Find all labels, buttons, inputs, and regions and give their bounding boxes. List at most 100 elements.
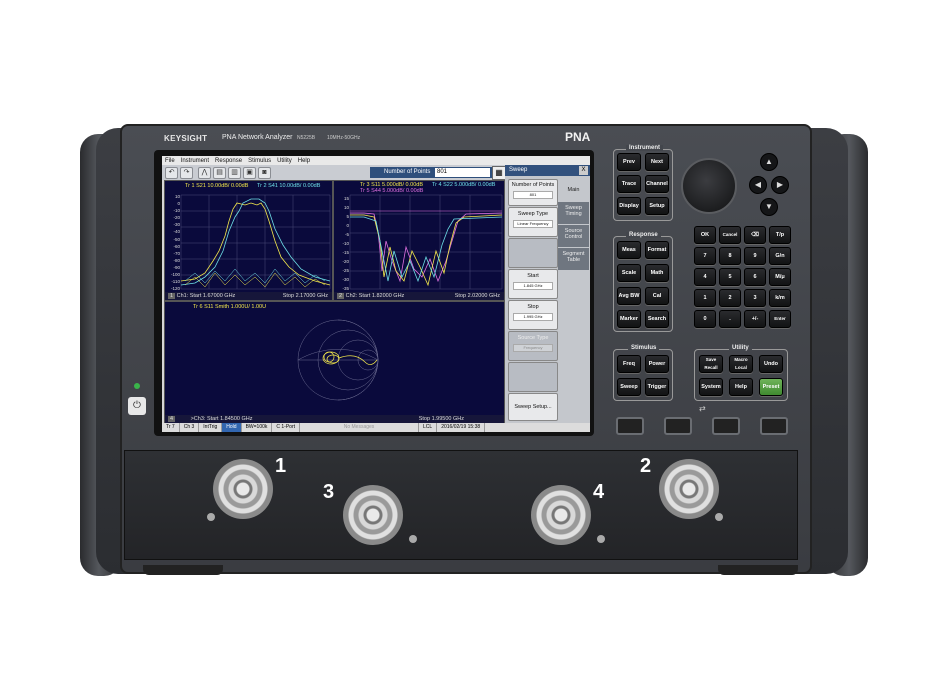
freq-key[interactable]: Freq bbox=[617, 355, 641, 373]
trace-window-2[interactable]: Tr 3 S11 5.000dB/ 0.00dB Tr 4 S22 5.000d… bbox=[333, 180, 505, 301]
cal-key[interactable]: Cal bbox=[645, 287, 669, 305]
trash-icon[interactable]: ▥ bbox=[228, 167, 241, 179]
power-button[interactable]: ⏻ bbox=[128, 397, 146, 415]
key-1[interactable]: 1 bbox=[694, 289, 716, 307]
math-key[interactable]: Math bbox=[645, 264, 669, 282]
arrow-up-icon[interactable]: ▲ bbox=[760, 153, 778, 171]
key-7[interactable]: 7 bbox=[694, 247, 716, 265]
y-tick: -10 bbox=[173, 208, 180, 214]
image-icon[interactable]: ◙ bbox=[258, 167, 271, 179]
port-4-connector[interactable] bbox=[531, 485, 591, 545]
undo-key[interactable]: Undo bbox=[759, 355, 783, 373]
undo-icon[interactable]: ↶ bbox=[165, 167, 178, 179]
status-trigger[interactable]: IntTrig bbox=[199, 423, 223, 432]
key-2[interactable]: 2 bbox=[719, 289, 741, 307]
tab-segment-table[interactable]: Segment Table bbox=[558, 248, 589, 270]
softkey-sweep-setup[interactable]: Sweep Setup... bbox=[508, 393, 558, 421]
table-icon[interactable]: ▤ bbox=[213, 167, 226, 179]
status-channel[interactable]: Ch 3 bbox=[180, 423, 200, 432]
mega-micro-key[interactable]: M/μ bbox=[769, 268, 791, 286]
status-hold[interactable]: Hold bbox=[222, 423, 242, 432]
usb-port-4[interactable] bbox=[760, 417, 788, 435]
key-3[interactable]: 3 bbox=[744, 289, 766, 307]
usb-port-3[interactable] bbox=[712, 417, 740, 435]
meas-key[interactable]: Meas bbox=[617, 241, 641, 259]
system-key[interactable]: System bbox=[699, 378, 723, 396]
number-of-points-field[interactable]: 801 bbox=[435, 168, 490, 177]
softkey-source-type[interactable]: Source Type Frequency bbox=[508, 331, 558, 361]
menu-instrument[interactable]: Instrument bbox=[181, 158, 209, 164]
tab-sweep-timing[interactable]: Sweep Timing bbox=[558, 202, 589, 224]
tab-main[interactable]: Main bbox=[558, 179, 589, 201]
key-5[interactable]: 5 bbox=[719, 268, 741, 286]
softkey-sweep-type[interactable]: Sweep Type Linear Frequency bbox=[508, 207, 558, 237]
macro-local-key[interactable]: Macro Local bbox=[729, 355, 753, 373]
next-key[interactable]: Next bbox=[645, 153, 669, 171]
group-title: Response bbox=[626, 232, 661, 238]
kilo-milli-key[interactable]: k/m bbox=[769, 289, 791, 307]
menu-help[interactable]: Help bbox=[298, 158, 310, 164]
usb-port-1[interactable] bbox=[616, 417, 644, 435]
power-key[interactable]: Power bbox=[645, 355, 669, 373]
backspace-key[interactable]: ⌫ bbox=[744, 226, 766, 244]
status-trace[interactable]: Tr 7 bbox=[162, 423, 180, 432]
preset-key[interactable]: Preset bbox=[759, 378, 783, 396]
enter-key[interactable]: Enter bbox=[769, 310, 791, 328]
port-3-connector[interactable] bbox=[343, 485, 403, 545]
menu-response[interactable]: Response bbox=[215, 158, 242, 164]
search-key[interactable]: Search bbox=[645, 310, 669, 328]
ok-key[interactable]: OK bbox=[694, 226, 716, 244]
key-9[interactable]: 9 bbox=[744, 247, 766, 265]
scale-key[interactable]: Scale bbox=[617, 264, 641, 282]
trigger-key[interactable]: Trigger bbox=[645, 378, 669, 396]
status-bandwidth[interactable]: BW=100k bbox=[242, 423, 273, 432]
softkey-label: Stop bbox=[527, 304, 539, 310]
key-4[interactable]: 4 bbox=[694, 268, 716, 286]
port-2-connector[interactable] bbox=[659, 459, 719, 519]
trace-key[interactable]: Trace bbox=[617, 175, 641, 193]
format-key[interactable]: Format bbox=[645, 241, 669, 259]
trace-window-1[interactable]: Tr 1 S21 10.00dB/ 0.00dB Tr 2 S41 10.00d… bbox=[164, 180, 333, 301]
status-datetime: 2016/02/19 15:38 bbox=[437, 423, 486, 432]
redo-icon[interactable]: ↷ bbox=[180, 167, 193, 179]
avg-bw-key[interactable]: Avg BW bbox=[617, 287, 641, 305]
keypad-icon[interactable]: ▦ bbox=[492, 166, 506, 180]
softkey-stop[interactable]: Stop 1.995 GHz bbox=[508, 300, 558, 330]
number-of-points-entry[interactable]: Number of Points 801 bbox=[370, 167, 498, 178]
softkey-number-of-points[interactable]: Number of Points 801 bbox=[508, 179, 558, 206]
status-cal[interactable]: C 1-Port bbox=[272, 423, 301, 432]
arrow-down-icon[interactable]: ▼ bbox=[760, 198, 778, 216]
help-key[interactable]: Help bbox=[729, 378, 753, 396]
plus-minus-key[interactable]: +/- bbox=[744, 310, 766, 328]
usb-port-2[interactable] bbox=[664, 417, 692, 435]
arrow-left-icon[interactable]: ◀ bbox=[749, 176, 767, 194]
setup-key[interactable]: Setup bbox=[645, 197, 669, 215]
key-0[interactable]: 0 bbox=[694, 310, 716, 328]
decimal-key[interactable]: . bbox=[719, 310, 741, 328]
channel-key[interactable]: Channel bbox=[645, 175, 669, 193]
rotary-knob[interactable] bbox=[681, 158, 737, 214]
menu-stimulus[interactable]: Stimulus bbox=[248, 158, 271, 164]
trace-window-smith[interactable]: Tr 6 S11 Smith 1.000U/ 1.00U 4 >Ch3: Sta… bbox=[164, 301, 505, 424]
softkey-label: Start bbox=[527, 273, 539, 279]
port-1-connector[interactable] bbox=[213, 459, 273, 519]
key-8[interactable]: 8 bbox=[719, 247, 741, 265]
cancel-key[interactable]: Cancel bbox=[719, 226, 741, 244]
tera-pico-key[interactable]: T/p bbox=[769, 226, 791, 244]
close-icon[interactable]: X bbox=[579, 166, 588, 175]
menu-file[interactable]: File bbox=[165, 158, 175, 164]
marker-key[interactable]: Marker bbox=[617, 310, 641, 328]
softkey-start[interactable]: Start 1.845 GHz bbox=[508, 269, 558, 299]
arrow-right-icon[interactable]: ▶ bbox=[771, 176, 789, 194]
sweep-key[interactable]: Sweep bbox=[617, 378, 641, 396]
tab-source-control[interactable]: Source Control bbox=[558, 225, 589, 247]
display-key[interactable]: Display bbox=[617, 197, 641, 215]
camera-icon[interactable]: ▣ bbox=[243, 167, 256, 179]
prev-key[interactable]: Prev bbox=[617, 153, 641, 171]
marker-icon[interactable]: ⋀ bbox=[198, 167, 211, 179]
sweep-title-text: Sweep bbox=[509, 167, 528, 173]
save-recall-key[interactable]: Save Recall bbox=[699, 355, 723, 373]
key-6[interactable]: 6 bbox=[744, 268, 766, 286]
giga-nano-key[interactable]: G/n bbox=[769, 247, 791, 265]
menu-utility[interactable]: Utility bbox=[277, 158, 292, 164]
